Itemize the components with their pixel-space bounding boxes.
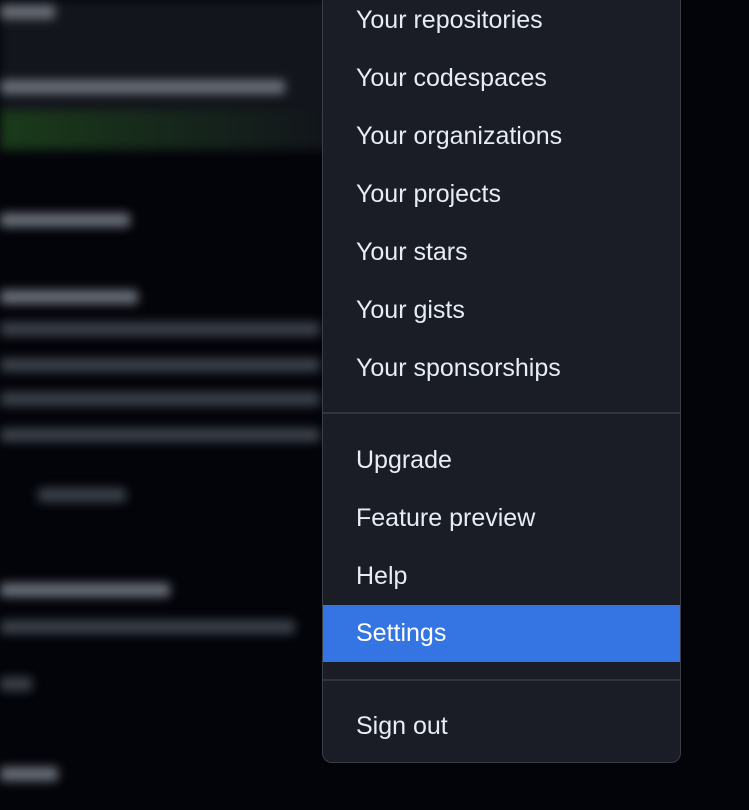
blurred-text [0, 358, 320, 372]
blurred-green-strip [0, 110, 330, 150]
blurred-text [0, 5, 55, 19]
menu-item-your-projects[interactable]: Your projects [323, 166, 680, 223]
menu-item-your-sponsorships[interactable]: Your sponsorships [323, 340, 680, 397]
blurred-text [0, 677, 32, 691]
menu-item-your-codespaces[interactable]: Your codespaces [323, 50, 680, 107]
blurred-text [0, 767, 58, 781]
menu-divider [323, 412, 680, 414]
blurred-text [0, 290, 138, 304]
blurred-text [0, 80, 285, 94]
menu-item-your-gists[interactable]: Your gists [323, 282, 680, 339]
menu-item-sign-out[interactable]: Sign out [323, 698, 680, 755]
blurred-text [0, 428, 320, 442]
menu-item-your-stars[interactable]: Your stars [323, 224, 680, 281]
menu-item-help[interactable]: Help [323, 548, 680, 605]
blurred-text [0, 620, 295, 634]
user-dropdown-menu: Your repositories Your codespaces Your o… [322, 0, 681, 763]
menu-item-your-repositories[interactable]: Your repositories [323, 0, 680, 49]
blurred-text [0, 392, 320, 406]
menu-item-feature-preview[interactable]: Feature preview [323, 490, 680, 547]
blurred-text [38, 488, 126, 502]
blurred-text [0, 213, 130, 227]
menu-item-upgrade[interactable]: Upgrade [323, 432, 680, 489]
menu-item-your-organizations[interactable]: Your organizations [323, 108, 680, 165]
blurred-text [0, 583, 170, 597]
blurred-text [0, 322, 320, 336]
menu-divider [323, 679, 680, 681]
menu-item-settings[interactable]: Settings [323, 605, 680, 662]
